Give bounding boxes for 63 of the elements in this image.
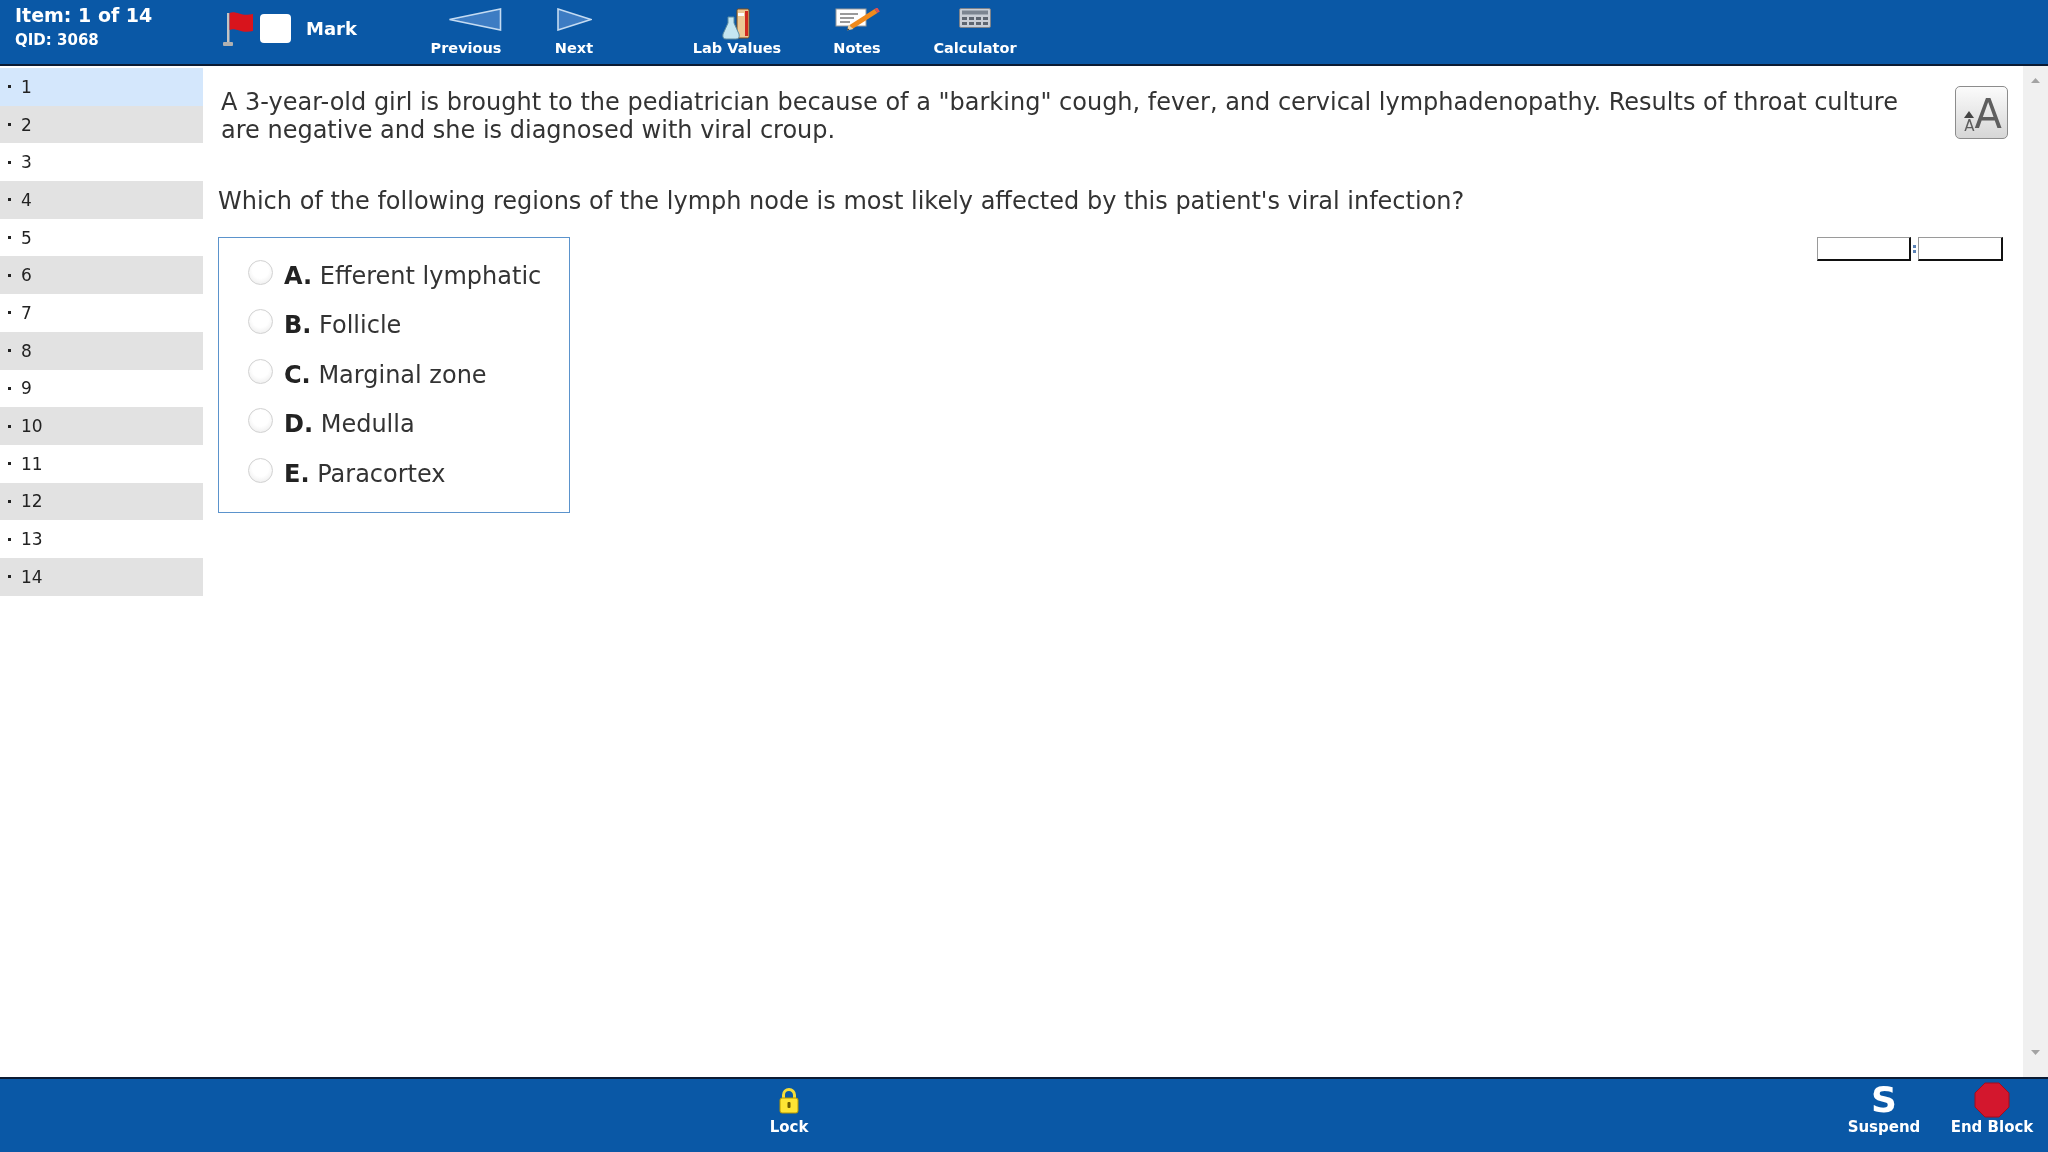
answer-choice[interactable]: A. Efferent lymphatic bbox=[248, 251, 569, 301]
radio-button[interactable] bbox=[248, 309, 273, 335]
bullet-icon bbox=[8, 198, 11, 202]
question-number-item[interactable]: 10 bbox=[0, 407, 203, 445]
next-button[interactable]: Next bbox=[524, 0, 624, 64]
letter-s-icon: S bbox=[1871, 1083, 1897, 1117]
bullet-icon bbox=[8, 160, 11, 164]
bullet-icon bbox=[8, 123, 11, 127]
bullet-icon bbox=[8, 85, 11, 89]
question-prompt: Which of the following regions of the lymph node is most likely affected by this patient's viral infection? bbox=[218, 187, 1466, 215]
radio-button[interactable] bbox=[248, 408, 273, 434]
down-arrow-icon[interactable] bbox=[2031, 1050, 2040, 1055]
notepad-pencil-icon bbox=[834, 8, 880, 32]
caret-up-icon bbox=[1964, 111, 1975, 118]
answer-choice[interactable]: C. Marginal zone bbox=[248, 350, 569, 400]
question-stem: A 3-year-old girl is brought to the pediatrician because of a "barking" cough, fever, and cervical lymphadenopathy. Results of throat culture are negative and she is diagnosed with viral croup. bbox=[221, 88, 1899, 144]
item-counter: Item: 1 of 14 bbox=[15, 4, 154, 26]
left-triangle-icon bbox=[448, 8, 502, 31]
stop-sign-icon bbox=[1974, 1082, 2010, 1118]
question-number-item[interactable]: 8 bbox=[0, 331, 203, 370]
calculator-icon bbox=[959, 8, 991, 28]
question-number-item[interactable]: 12 bbox=[0, 482, 203, 521]
question-number-item[interactable]: 6 bbox=[0, 256, 203, 295]
answer-choice[interactable]: D. Medulla bbox=[248, 399, 569, 449]
bullet-icon bbox=[8, 424, 11, 428]
end-block-button[interactable]: End Block bbox=[1947, 1079, 2037, 1152]
question-number-item[interactable]: 1 bbox=[0, 68, 203, 106]
padlock-icon bbox=[779, 1086, 799, 1114]
question-id: QID: 3068 bbox=[15, 31, 100, 49]
text-size-button[interactable]: AA bbox=[1955, 86, 2008, 139]
question-number-item[interactable]: 4 bbox=[0, 181, 203, 219]
bullet-icon bbox=[8, 386, 11, 390]
question-number-item[interactable]: 14 bbox=[0, 557, 203, 596]
right-triangle-icon bbox=[556, 8, 592, 31]
lock-button[interactable]: Lock bbox=[754, 1079, 824, 1152]
bullet-icon bbox=[8, 537, 11, 541]
answer-choice[interactable]: E. Paracortex bbox=[248, 449, 569, 499]
answer-choice[interactable]: B. Follicle bbox=[248, 300, 569, 350]
bullet-icon bbox=[8, 236, 11, 240]
flask-bottle-icon bbox=[722, 8, 752, 40]
mark-label[interactable]: Mark bbox=[306, 18, 357, 39]
bullet-icon bbox=[8, 575, 11, 579]
bullet-icon bbox=[8, 349, 11, 353]
bullet-icon bbox=[8, 311, 11, 315]
mark-checkbox[interactable] bbox=[260, 14, 291, 43]
radio-button[interactable] bbox=[248, 259, 273, 285]
input-field[interactable] bbox=[1817, 237, 1911, 261]
lab-values-button[interactable]: Lab Values bbox=[687, 0, 787, 64]
flag-icon bbox=[222, 10, 254, 47]
bullet-icon bbox=[8, 499, 11, 503]
previous-button[interactable]: Previous bbox=[416, 0, 516, 64]
grip-icon[interactable] bbox=[1913, 244, 1916, 254]
notes-button[interactable]: Notes bbox=[807, 0, 907, 64]
up-arrow-icon[interactable] bbox=[2031, 78, 2040, 83]
calculator-button[interactable]: Calculator bbox=[925, 0, 1025, 64]
radio-button[interactable] bbox=[248, 358, 273, 384]
bullet-icon bbox=[8, 462, 11, 466]
input-field[interactable] bbox=[1918, 237, 2003, 261]
suspend-button[interactable]: S Suspend bbox=[1844, 1079, 1924, 1152]
bullet-icon bbox=[8, 273, 11, 277]
scrollbar[interactable] bbox=[2023, 66, 2048, 1077]
question-number-item[interactable]: 2 bbox=[0, 105, 203, 144]
radio-button[interactable] bbox=[248, 457, 273, 483]
